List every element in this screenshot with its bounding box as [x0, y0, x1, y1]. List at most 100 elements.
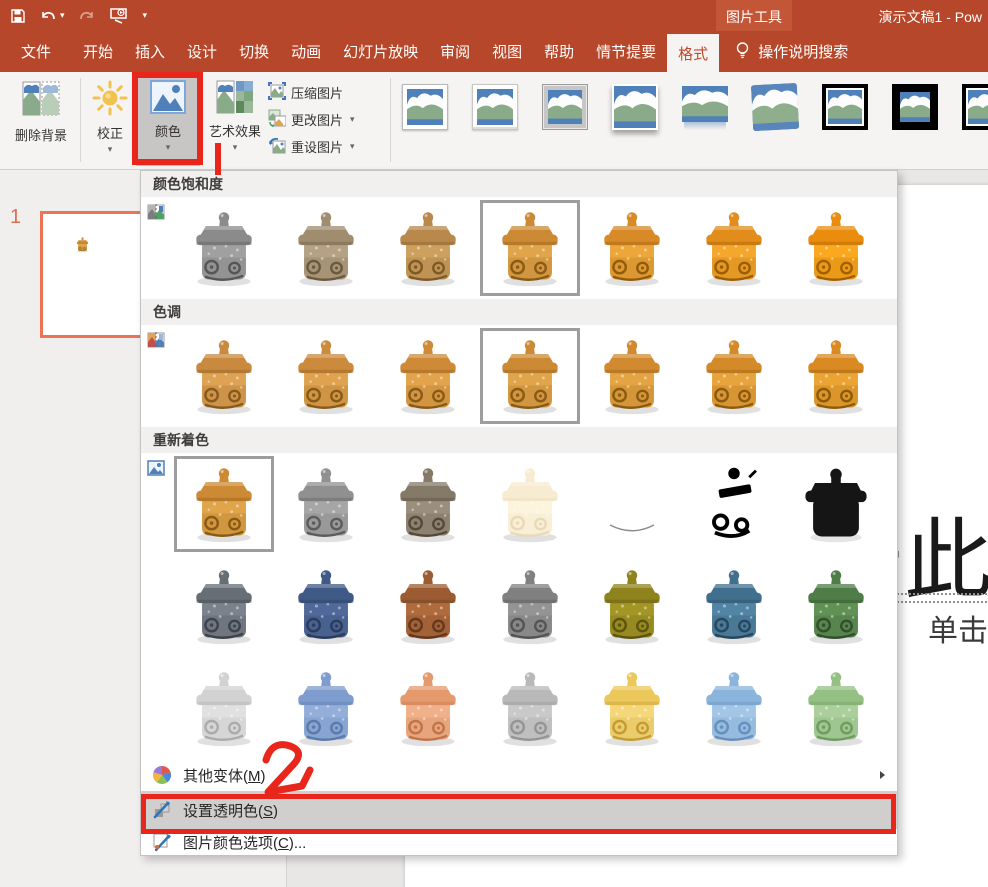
picture-style-double-black[interactable] — [822, 84, 868, 130]
color-variant-thumbnail[interactable] — [684, 660, 784, 756]
menu-item-label: 其他变体(M) — [183, 767, 266, 785]
color-variant-thumbnail[interactable] — [684, 558, 784, 654]
remove-background-icon — [21, 80, 61, 121]
color-variant-thumbnail[interactable] — [582, 456, 682, 552]
compress-pictures-icon — [268, 82, 286, 103]
color-variant-thumbnail[interactable] — [582, 660, 682, 756]
picture-style-metal-gray[interactable] — [542, 84, 588, 130]
color-variant-thumbnail[interactable] — [786, 328, 886, 424]
change-picture-icon — [268, 109, 287, 130]
color-variant-thumbnail[interactable] — [582, 558, 682, 654]
quick-access-toolbar: ▾ ▾ — [10, 3, 147, 28]
color-wheel-icon — [151, 765, 173, 785]
picture-style-reflection[interactable] — [682, 84, 728, 130]
color-variant-thumbnail[interactable] — [684, 328, 784, 424]
reset-picture-button[interactable]: 重设图片 ▾ — [268, 136, 355, 157]
tab-审阅[interactable]: 审阅 — [429, 31, 481, 72]
compress-pictures-button[interactable]: 压缩图片 — [268, 82, 343, 103]
context-tool-header: 图片工具 — [716, 0, 792, 33]
tell-me-search[interactable]: 操作说明搜索 — [735, 31, 848, 72]
redo-icon-disabled — [79, 9, 95, 23]
submenu-arrow-icon — [880, 771, 885, 779]
document-title: 演示文稿1 - Pow — [878, 9, 982, 25]
tab-动画[interactable]: 动画 — [280, 31, 332, 72]
reset-picture-label: 重设图片 — [291, 140, 344, 155]
color-variant-thumbnail[interactable] — [582, 200, 682, 296]
picture-style-thick-black[interactable] — [892, 84, 938, 130]
picture-style-soft-rotated[interactable] — [750, 82, 800, 132]
menu-section-header: 色调 — [141, 299, 897, 325]
annotation-step-2 — [256, 738, 318, 815]
slide-subtitle-placeholder[interactable]: 单击此处添加副标题 — [928, 606, 988, 650]
ribbon-separator — [390, 78, 391, 162]
color-variant-thumbnail[interactable] — [786, 200, 886, 296]
powerpoint-window: ▾ ▾ 图片工具 演示文稿1 - Pow 文件 开始 插入 设计 切换 动画 幻灯片放映审… — [0, 0, 988, 887]
undo-caret-icon[interactable]: ▾ — [60, 11, 65, 20]
tab-设计[interactable]: 设计 — [176, 31, 228, 72]
color-variant-thumbnail[interactable] — [786, 558, 886, 654]
menu-item-more-variations[interactable]: 其他变体(M) — [141, 759, 897, 791]
color-variant-thumbnail[interactable] — [378, 456, 478, 552]
corrections-caret-icon: ▾ — [107, 144, 113, 154]
color-variant-thumbnail[interactable] — [378, 328, 478, 424]
tone-launcher-icon — [147, 325, 173, 354]
color-variant-thumbnail[interactable] — [378, 558, 478, 654]
menu-item-label: 图片颜色选项(C)... — [183, 834, 307, 852]
tab-format-active[interactable]: 格式 — [667, 34, 720, 72]
tab-切换[interactable]: 切换 — [228, 31, 280, 72]
picture-style-beveled-white[interactable] — [472, 84, 518, 130]
picture-style-simple-white[interactable] — [402, 84, 448, 130]
color-variant-thumbnail[interactable] — [480, 558, 580, 654]
menu-section-header: 重新着色 — [141, 427, 897, 453]
color-variant-thumbnail[interactable] — [582, 328, 682, 424]
color-variant-thumbnail[interactable] — [480, 328, 580, 424]
color-variant-thumbnail[interactable] — [378, 660, 478, 756]
color-variant-thumbnail[interactable] — [480, 456, 580, 552]
annotation-box-color-button — [132, 72, 203, 165]
color-variant-thumbnail[interactable] — [684, 456, 784, 552]
picture-style-drop-shadow[interactable] — [612, 84, 658, 130]
corrections-button[interactable]: 校正 ▾ — [86, 74, 134, 166]
menu-section-header: 颜色饱和度 — [141, 171, 897, 197]
tab-情节提要[interactable]: 情节提要 — [585, 31, 667, 72]
color-variant-thumbnail[interactable] — [378, 200, 478, 296]
tell-me-label: 操作说明搜索 — [758, 44, 849, 61]
color-variant-thumbnail[interactable] — [174, 328, 274, 424]
color-variant-thumbnail[interactable] — [174, 456, 274, 552]
corrections-label: 校正 — [96, 126, 123, 141]
tab-幻灯片放映[interactable]: 幻灯片放映 — [332, 31, 429, 72]
color-variant-thumbnail[interactable] — [480, 200, 580, 296]
recolor-launcher-icon — [147, 453, 173, 482]
change-picture-button[interactable]: 更改图片 ▾ — [268, 109, 355, 130]
tab-开始[interactable]: 开始 — [72, 31, 124, 72]
color-variant-thumbnail[interactable] — [174, 200, 274, 296]
remove-background-button[interactable]: 删除背景 — [6, 74, 76, 166]
color-variant-thumbnail[interactable] — [174, 558, 274, 654]
tab-插入[interactable]: 插入 — [124, 31, 176, 72]
tab-strip: 开始 插入 设计 切换 动画 幻灯片放映 审阅 视图 帮助 情节提要 — [72, 31, 667, 72]
tab-视图[interactable]: 视图 — [481, 31, 533, 72]
tab-帮助[interactable]: 帮助 — [533, 31, 585, 72]
thumbnail-row — [141, 657, 897, 759]
color-variant-thumbnail[interactable] — [276, 200, 376, 296]
save-icon[interactable] — [10, 8, 26, 24]
undo-button[interactable]: ▾ — [40, 9, 65, 23]
color-variant-thumbnail[interactable] — [684, 200, 784, 296]
start-slideshow-icon[interactable] — [109, 7, 129, 24]
change-picture-label: 更改图片 — [291, 113, 344, 128]
color-variant-thumbnail[interactable] — [276, 456, 376, 552]
color-variant-thumbnail[interactable] — [276, 558, 376, 654]
artistic-effects-button[interactable]: 艺术效果 ▾ — [202, 74, 268, 166]
artistic-effects-caret-icon: ▾ — [232, 142, 238, 152]
color-variant-thumbnail[interactable] — [786, 660, 886, 756]
color-variant-thumbnail[interactable] — [786, 456, 886, 552]
ribbon-separator — [80, 78, 81, 162]
thumbnail-row — [141, 453, 897, 555]
customize-qat-caret-icon[interactable]: ▾ — [143, 11, 148, 20]
picture-style-black-cut[interactable] — [962, 84, 988, 130]
color-variant-thumbnail[interactable] — [480, 660, 580, 756]
color-variant-thumbnail[interactable] — [276, 328, 376, 424]
tab-file[interactable]: 文件 — [0, 31, 72, 72]
thumbnail-picture — [74, 236, 91, 253]
